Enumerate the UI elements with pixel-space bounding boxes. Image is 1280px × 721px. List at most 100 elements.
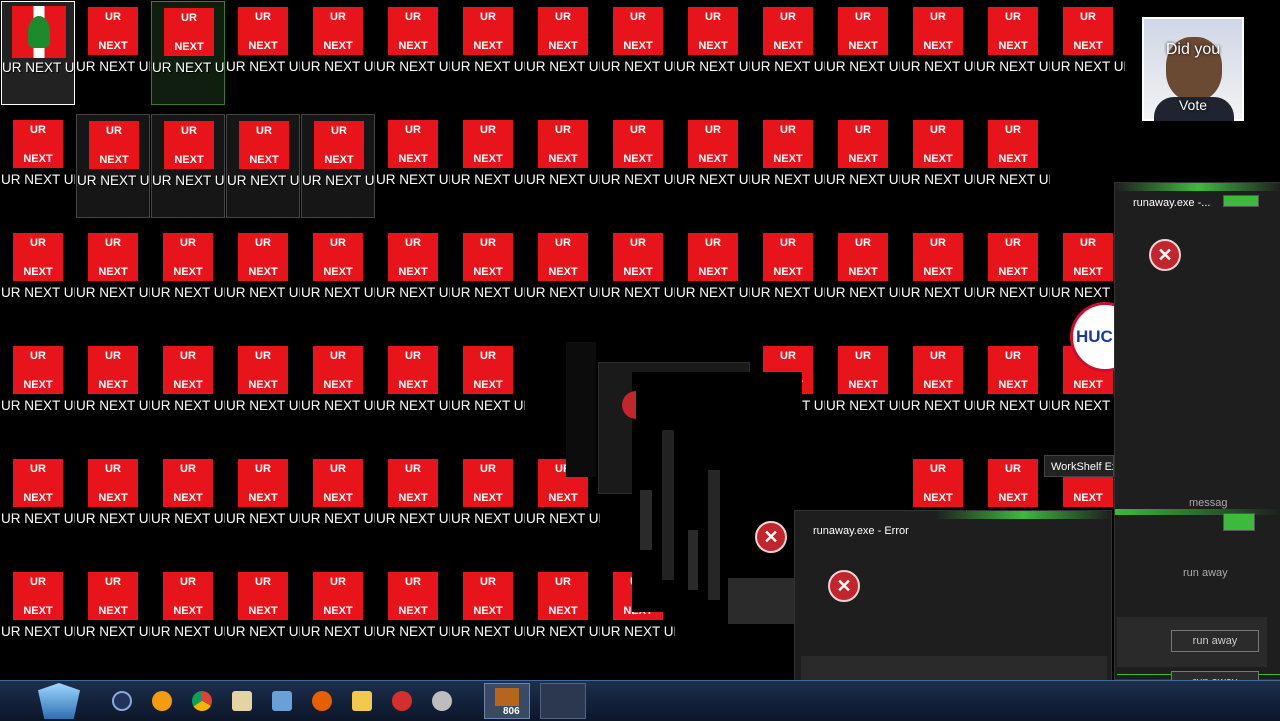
- desktop-icon-ur-next[interactable]: UR NEXT UR NEXT UR NEXT.exe: [1, 114, 75, 218]
- desktop-icon-ur-next[interactable]: UR NEXT UR NEXT UR NEXT.exe: [976, 114, 1050, 218]
- firefox-icon[interactable]: [312, 691, 332, 711]
- desktop-icon-ur-next[interactable]: UR NEXT UR NEXT UR NEXT.exe: [226, 453, 300, 557]
- runaway-window[interactable]: runaway.exe -... ✕ messag run away run a…: [1114, 182, 1280, 693]
- desktop-icon-ur-next[interactable]: UR NEXT UR NEXT UR NEXT.exe: [1, 227, 75, 331]
- desktop-icon-ur-next[interactable]: UR NEXT UR NEXT UR NEXT.exe: [526, 114, 600, 218]
- desktop-icon-ur-next[interactable]: UR NEXT UR NEXT UR NEXT.exe: [301, 227, 375, 331]
- desktop-icon-ur-next[interactable]: UR NEXT UR NEXT UR NEXT.exe: [601, 1, 675, 105]
- desktop-icon-ur-next[interactable]: UR NEXT UR NEXT UR NEXT.exe: [451, 453, 525, 557]
- desktop-icon-ur-next[interactable]: UR NEXT UR NEXT UR NEXT.exe: [901, 114, 975, 218]
- desktop-icon-ur-next[interactable]: UR NEXT UR NEXT UR NEXT.exe: [601, 114, 675, 218]
- desktop-icon-ur-next[interactable]: UR NEXT UR NEXT UR NEXT.exe: [451, 566, 525, 670]
- desktop-icon-ur-next[interactable]: UR NEXT UR NEXT UR NEXT.exe: [1051, 1, 1125, 105]
- ur-next-icon: UR NEXT: [313, 459, 363, 507]
- desktop-icon-user[interactable]: UR NEXT UR NEXT: [1, 1, 75, 105]
- icon-text-bottom: NEXT: [773, 153, 803, 165]
- display-icon[interactable]: [272, 691, 292, 711]
- icon-text-top: UR: [930, 463, 946, 475]
- desktop-icon-ur-next[interactable]: UR NEXT UR NEXT UR NEXT.exe: [526, 1, 600, 105]
- desktop-icon-ur-next[interactable]: UR NEXT UR NEXT UR NEXT.exe: [226, 340, 300, 444]
- chrome-icon[interactable]: [192, 691, 212, 711]
- desktop-icon-ur-next[interactable]: UR NEXT UR NEXT UR NEXT.exe: [76, 227, 150, 331]
- desktop-icon-ur-next[interactable]: UR NEXT UR NEXT UR NEXT.exe: [901, 1, 975, 105]
- desktop-icon-ur-next[interactable]: UR NEXT UR NEXT UR NEXT.exe: [451, 114, 525, 218]
- start-button[interactable]: [38, 683, 80, 719]
- desktop-icon-ur-next[interactable]: UR NEXT UR NEXT UR NEXT.exe: [301, 114, 375, 218]
- desktop-icon-ur-next[interactable]: UR NEXT UR NEXT UR NEXT.exe: [376, 1, 450, 105]
- desktop-icon-ur-next[interactable]: UR NEXT UR NEXT UR NEXT.exe: [226, 114, 300, 218]
- desktop-icon-ur-next[interactable]: UR NEXT UR NEXT UR NEXT.exe: [151, 227, 225, 331]
- desktop-icon-ur-next[interactable]: UR NEXT UR NEXT UR NEXT.exe: [151, 114, 225, 218]
- folder-icon[interactable]: [352, 691, 372, 711]
- desktop-icon-ur-next[interactable]: UR NEXT UR NEXT UR NEXT.exe: [226, 1, 300, 105]
- popup-ad[interactable]: Did you Vote: [1142, 17, 1244, 121]
- desktop-icon-ur-next[interactable]: UR NEXT UR NEXT UR NEXT.exe: [901, 340, 975, 444]
- desktop-icon-ur-next[interactable]: UR NEXT UR NEXT UR NEXT.exe: [376, 566, 450, 670]
- desktop-icon-ur-next[interactable]: UR NEXT UR NEXT UR NEXT.exe: [151, 566, 225, 670]
- opera-icon[interactable]: [392, 691, 412, 711]
- desktop-icon-ur-next[interactable]: UR NEXT UR NEXT UR NEXT.exe: [901, 227, 975, 331]
- desktop-icon-ur-next[interactable]: UR NEXT UR NEXT UR NEXT.exe: [76, 340, 150, 444]
- icon-label: UR NEXT UR NEXT.exe: [301, 398, 375, 413]
- desktop-icon-ur-next[interactable]: UR NEXT UR NEXT UR NEXT.exe: [976, 227, 1050, 331]
- desktop-icon-ur-next[interactable]: UR NEXT UR NEXT UR NEXT.exe: [376, 453, 450, 557]
- desktop-icon-ur-next[interactable]: UR NEXT UR NEXT UR NEXT.exe: [376, 340, 450, 444]
- minimize-button-2[interactable]: [1223, 513, 1255, 531]
- clock-icon[interactable]: [112, 691, 132, 711]
- desktop-icon-ur-next[interactable]: UR NEXT UR NEXT UR NEXT.exe: [826, 114, 900, 218]
- minimize-button[interactable]: [1223, 195, 1259, 207]
- taskbar-app-2[interactable]: [540, 683, 586, 719]
- desktop-icon-ur-next[interactable]: UR NEXT UR NEXT UR NEXT.exe: [226, 227, 300, 331]
- desktop-icon-ur-next[interactable]: UR NEXT UR NEXT UR NEXT.exe: [76, 453, 150, 557]
- desktop-icon-ur-next[interactable]: UR NEXT UR NEXT UR NEXT.exe: [451, 1, 525, 105]
- desktop-icon-ur-next[interactable]: UR NEXT UR NEXT UR NEXT.exe: [676, 227, 750, 331]
- desktop-icon-ur-next[interactable]: UR NEXT UR NEXT UR NEXT.exe: [826, 227, 900, 331]
- desktop-icon-ur-next[interactable]: UR NEXT UR NEXT UR NEXT.exe: [1, 340, 75, 444]
- desktop-icon-ur-next[interactable]: UR NEXT UR NEXT UR NEXT.exe: [451, 227, 525, 331]
- desktop-icon-ur-next[interactable]: UR NEXT UR NEXT UR NEXT.exe: [601, 227, 675, 331]
- desktop-icon-ur-next[interactable]: UR NEXT UR NEXT UR NEXT.exe: [76, 566, 150, 670]
- desktop-icon-ur-next[interactable]: UR NEXT UR NEXT UR NEXT.exe: [301, 340, 375, 444]
- desktop-icon-ur-next[interactable]: UR NEXT UR NEXT UR NEXT.exe: [526, 227, 600, 331]
- desktop-icon-ur-next[interactable]: UR NEXT UR NEXT UR NEXT.exe: [151, 1, 225, 105]
- window-message: messag: [1189, 497, 1228, 509]
- desktop-icon-ur-next[interactable]: UR NEXT UR NEXT UR NEXT.exe: [676, 1, 750, 105]
- desktop-icon-ur-next[interactable]: UR NEXT UR NEXT UR NEXT.exe: [301, 566, 375, 670]
- desktop-icon-ur-next[interactable]: UR NEXT UR NEXT UR NEXT.exe: [151, 340, 225, 444]
- book-icon[interactable]: [232, 691, 252, 711]
- desktop-icon-ur-next[interactable]: UR NEXT UR NEXT UR NEXT.exe: [751, 227, 825, 331]
- desktop-icon-ur-next[interactable]: UR NEXT UR NEXT UR NEXT.exe: [451, 340, 525, 444]
- desktop-icon-ur-next[interactable]: UR NEXT UR NEXT UR NEXT.exe: [376, 114, 450, 218]
- icon-text-top: UR: [180, 576, 196, 588]
- desktop-icon-ur-next[interactable]: UR NEXT UR NEXT UR NEXT.exe: [376, 227, 450, 331]
- desktop-icon-ur-next[interactable]: UR NEXT UR NEXT UR NEXT.exe: [226, 566, 300, 670]
- ur-next-icon: UR NEXT: [613, 120, 663, 168]
- desktop-icon-ur-next[interactable]: UR NEXT UR NEXT UR NEXT.exe: [751, 114, 825, 218]
- desktop-icon-ur-next[interactable]: UR NEXT UR NEXT UR NEXT.exe: [301, 1, 375, 105]
- desktop-icon-ur-next[interactable]: UR NEXT UR NEXT UR NEXT.exe: [151, 453, 225, 557]
- desktop-icon-ur-next[interactable]: UR NEXT UR NEXT UR NEXT.exe: [1, 453, 75, 557]
- icon-text-bottom: NEXT: [98, 266, 128, 278]
- desktop-icon-ur-next[interactable]: UR NEXT UR NEXT UR NEXT.exe: [676, 114, 750, 218]
- icon-text-bottom: NEXT: [998, 266, 1028, 278]
- icon-label: UR NEXT UR NEXT.exe: [376, 624, 450, 639]
- window-title: runaway.exe -...: [1133, 197, 1211, 209]
- icon-text-top: UR: [480, 576, 496, 588]
- run-away-button[interactable]: run away: [1171, 630, 1259, 652]
- desktop-icon-ur-next[interactable]: UR NEXT UR NEXT UR NEXT.exe: [1, 566, 75, 670]
- desktop-icon-ur-next[interactable]: UR NEXT UR NEXT UR NEXT.exe: [76, 1, 150, 105]
- search-icon[interactable]: [152, 691, 172, 711]
- icon-text-bottom: NEXT: [174, 154, 204, 166]
- desktop-icon-ur-next[interactable]: UR NEXT UR NEXT UR NEXT.exe: [976, 340, 1050, 444]
- taskbar-app-runaway[interactable]: 806: [484, 683, 530, 719]
- desktop-icon-ur-next[interactable]: UR NEXT UR NEXT UR NEXT.exe: [751, 1, 825, 105]
- icon-label: UR NEXT UR NEXT.exe: [376, 59, 450, 74]
- desktop-icon-ur-next[interactable]: UR NEXT UR NEXT UR NEXT.exe: [826, 1, 900, 105]
- desktop-icon-ur-next[interactable]: UR NEXT UR NEXT UR NEXT.exe: [826, 340, 900, 444]
- desktop-icon-ur-next[interactable]: UR NEXT UR NEXT UR NEXT.exe: [976, 1, 1050, 105]
- ur-next-icon: UR NEXT: [88, 572, 138, 620]
- desktop-icon-ur-next[interactable]: UR NEXT UR NEXT UR NEXT.exe: [76, 114, 150, 218]
- desktop-icon-ur-next[interactable]: UR NEXT UR NEXT UR NEXT.exe: [526, 566, 600, 670]
- desktop-icon-ur-next[interactable]: UR NEXT UR NEXT UR NEXT.exe: [301, 453, 375, 557]
- tool-icon[interactable]: [432, 691, 452, 711]
